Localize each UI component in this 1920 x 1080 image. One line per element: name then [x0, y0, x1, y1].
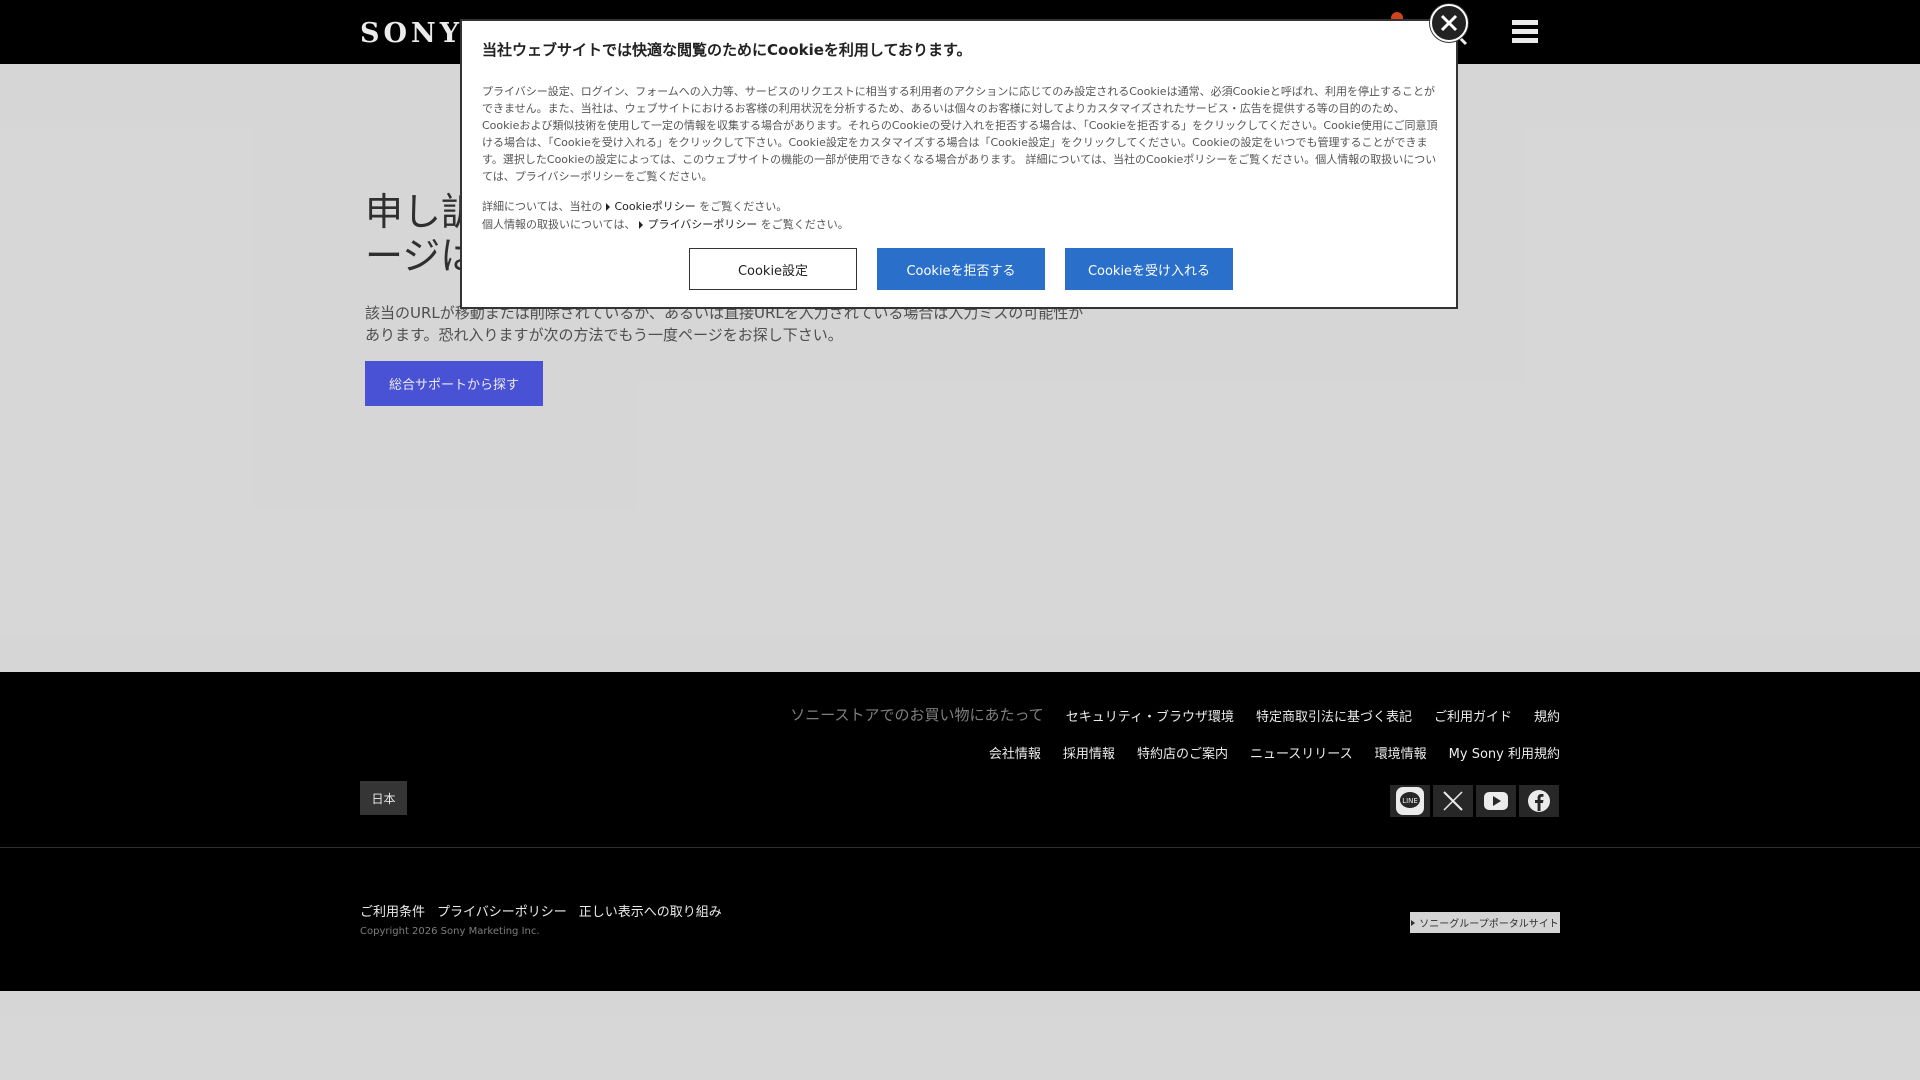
chevron-right-icon: [1411, 919, 1416, 926]
footer-link-commerce-law[interactable]: 特定商取引法に基づく表記: [1256, 706, 1412, 725]
footer-link-company[interactable]: 会社情報: [989, 743, 1041, 762]
legal-link-display[interactable]: 正しい表示への取り組み: [579, 901, 722, 920]
line-icon[interactable]: LINE: [1390, 785, 1430, 817]
footer-link-careers[interactable]: 採用情報: [1063, 743, 1115, 762]
footer-links-row2: 会社情報 採用情報 特約店のご案内 ニュースリリース 環境情報 My Sony …: [989, 743, 1560, 762]
arrow-right-icon: [639, 221, 644, 229]
facebook-icon[interactable]: [1519, 785, 1559, 817]
privacy-policy-link[interactable]: プライバシーポリシー: [647, 218, 757, 231]
cookie-dialog-body: プライバシー設定、ログイン、フォームへの入力等、サービスのリクエストに相当する利…: [482, 85, 1438, 183]
footer-link-shopping[interactable]: ソニーストアでのお買い物にあたって: [790, 704, 1044, 725]
line-icon-label: LINE: [1402, 797, 1418, 805]
footer-link-environment[interactable]: 環境情報: [1375, 743, 1427, 762]
cookie-accept-button[interactable]: Cookieを受け入れる: [1065, 248, 1233, 290]
youtube-icon[interactable]: [1476, 785, 1516, 817]
support-search-button[interactable]: 総合サポートから探す: [365, 361, 543, 406]
footer-links-row1: ソニーストアでのお買い物にあたって セキュリティ・ブラウザ環境 特定商取引法に基…: [790, 706, 1560, 725]
footer-link-news[interactable]: ニュースリリース: [1250, 743, 1353, 762]
cookie-settings-button[interactable]: Cookie設定: [689, 248, 857, 290]
cookie-policy-link[interactable]: Cookieポリシー: [614, 200, 695, 213]
sony-logo[interactable]: SONY: [360, 18, 463, 49]
cookie-detail-prefix: 詳細については、当社の: [482, 200, 603, 213]
footer-link-guide[interactable]: ご利用ガイド: [1434, 706, 1512, 725]
portal-label: ソニーグループポータルサイト: [1419, 919, 1559, 930]
privacy-prefix: 個人情報の取扱いについては、: [482, 218, 636, 231]
privacy-suffix: をご覧ください。: [760, 218, 849, 231]
site-footer: ソニーストアでのお買い物にあたって セキュリティ・ブラウザ環境 特定商取引法に基…: [0, 672, 1920, 991]
cookie-consent-dialog: 当社ウェブサイトでは快適な閲覧のためにCookieを利用しております。 プライバ…: [460, 19, 1458, 309]
copyright-text: Copyright 2026 Sony Marketing Inc.: [360, 926, 540, 937]
close-icon: [1440, 14, 1458, 32]
social-links: LINE: [1390, 785, 1559, 817]
cookie-reject-button[interactable]: Cookieを拒否する: [877, 248, 1045, 290]
footer-link-security[interactable]: セキュリティ・ブラウザ環境: [1066, 706, 1234, 725]
footer-divider: [0, 847, 1920, 848]
cookie-policy-line: 詳細については、当社の Cookieポリシー をご覧ください。: [482, 198, 849, 216]
privacy-policy-line: 個人情報の取扱いについては、 プライバシーポリシー をご覧ください。: [482, 216, 849, 234]
sony-group-portal-button[interactable]: ソニーグループポータルサイト: [1410, 912, 1560, 933]
cookie-detail-suffix: をご覧ください。: [699, 200, 788, 213]
hamburger-menu-icon[interactable]: [1512, 20, 1538, 44]
x-twitter-icon[interactable]: [1433, 785, 1473, 817]
footer-link-mysony-terms[interactable]: My Sony 利用規約: [1449, 743, 1560, 762]
country-selector-button[interactable]: 日本: [360, 781, 407, 815]
close-dialog-button[interactable]: [1430, 4, 1468, 42]
footer-link-dealers[interactable]: 特約店のご案内: [1137, 743, 1228, 762]
legal-link-terms[interactable]: ご利用条件: [360, 901, 425, 920]
footer-link-terms[interactable]: 規約: [1534, 706, 1560, 725]
legal-links: ご利用条件 プライバシーポリシー 正しい表示への取り組み: [360, 901, 722, 920]
cookie-policy-links: 詳細については、当社の Cookieポリシー をご覧ください。 個人情報の取扱いに…: [482, 198, 849, 234]
arrow-right-icon: [606, 203, 611, 211]
legal-link-privacy[interactable]: プライバシーポリシー: [437, 901, 567, 920]
cookie-dialog-title: 当社ウェブサイトでは快適な閲覧のためにCookieを利用しております。: [482, 41, 972, 59]
cookie-buttons: Cookie設定 Cookieを拒否する Cookieを受け入れる: [689, 248, 1233, 290]
